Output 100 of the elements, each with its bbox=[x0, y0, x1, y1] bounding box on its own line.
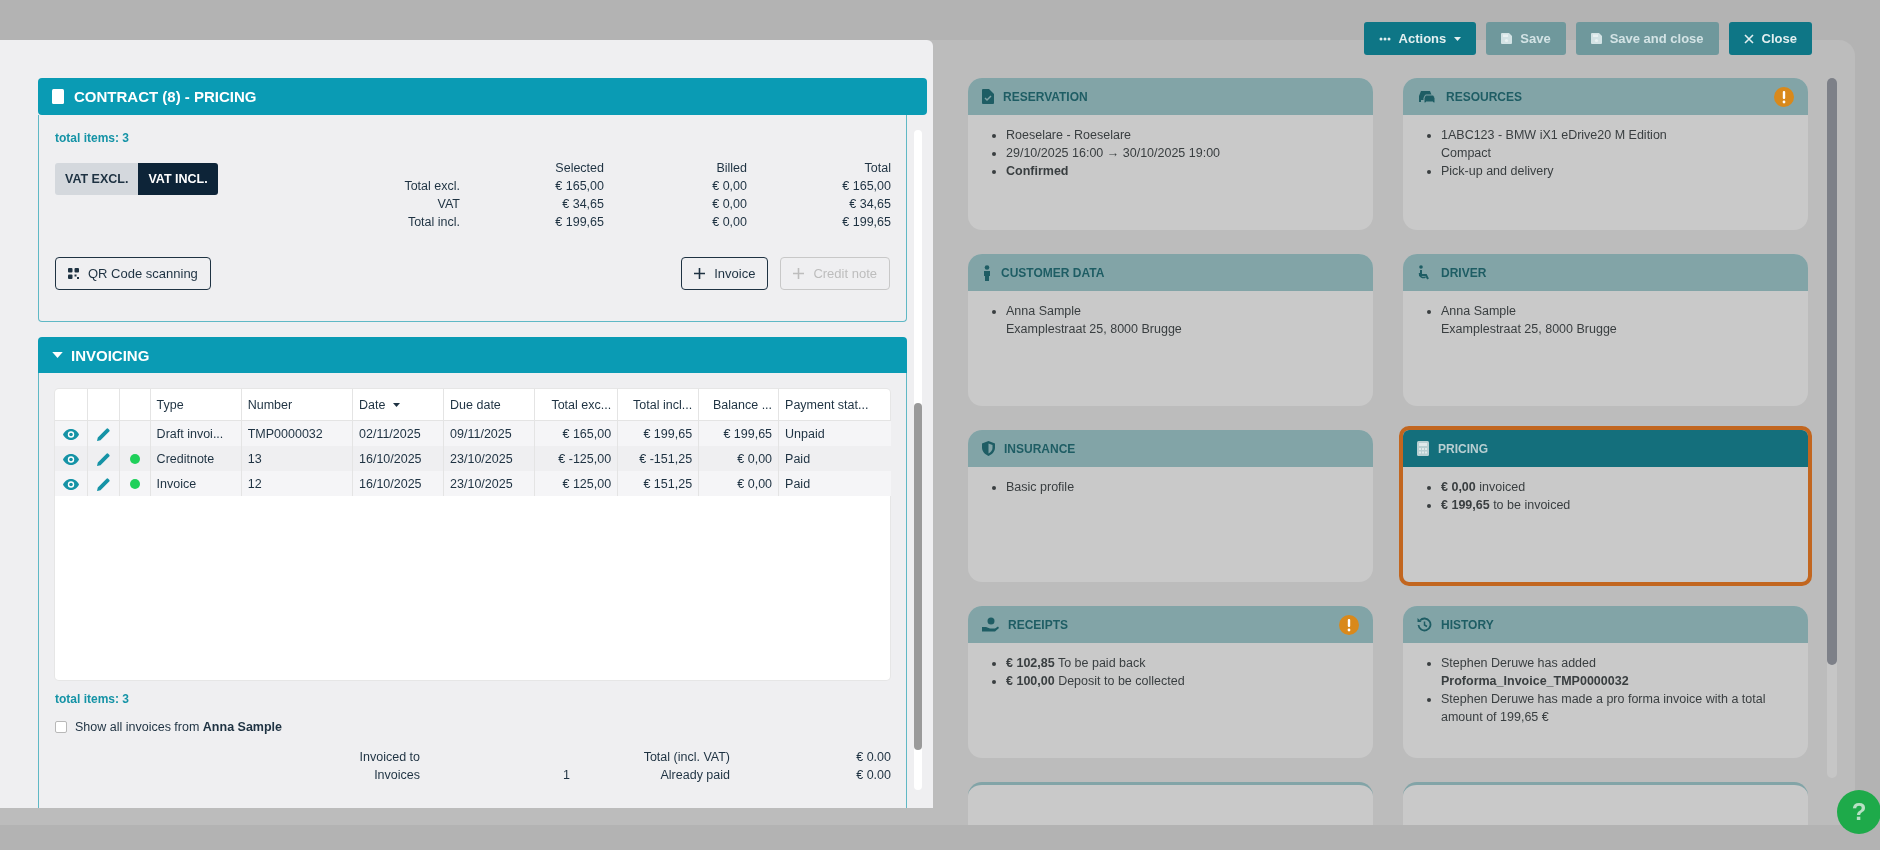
amount-value: € 165,00 bbox=[554, 178, 604, 195]
table-cell: 09/11/2025 bbox=[443, 420, 535, 446]
plus-icon bbox=[694, 268, 706, 279]
card-title: RESOURCES bbox=[1446, 89, 1523, 104]
toolbar-button[interactable]: Actions bbox=[1363, 22, 1477, 55]
vat-tab[interactable]: VAT INCL. bbox=[138, 163, 218, 195]
bullet-icon bbox=[1427, 698, 1431, 702]
list-item: € 100,00 Deposit to be collected bbox=[1006, 673, 1185, 690]
bullet-icon bbox=[1427, 310, 1431, 314]
column-header[interactable]: Due date bbox=[443, 389, 535, 421]
eye-icon[interactable] bbox=[62, 478, 79, 490]
summary-value: 1 bbox=[562, 767, 570, 784]
table-cell: € 0,00 bbox=[698, 446, 779, 471]
document-icon bbox=[982, 89, 994, 104]
info-card[interactable]: HISTORY Stephen Deruwe has added Proforma_Invoice_TMP0000032 Stephen Deruwe has made a pro forma invoice with a total amount of 199,65 € bbox=[1403, 606, 1808, 758]
card-title: RESERVATION bbox=[1003, 89, 1089, 104]
list-item: 29/10/2025 16:00 → 30/10/2025 19:00 bbox=[1006, 145, 1221, 162]
column-header: Total bbox=[863, 160, 891, 177]
bullet-icon bbox=[992, 662, 996, 666]
scrollbar[interactable] bbox=[914, 130, 922, 790]
table-cell: € 0,00 bbox=[698, 471, 779, 496]
section-title: CONTRACT (8) - PRICING bbox=[74, 88, 257, 105]
info-card[interactable]: INSURANCE Basic profile bbox=[968, 430, 1373, 582]
amount-value: € 34,65 bbox=[848, 196, 891, 213]
person-icon bbox=[982, 264, 992, 281]
table-cell: Invoice bbox=[150, 471, 242, 496]
column-header[interactable]: Number bbox=[241, 389, 353, 421]
checkbox[interactable] bbox=[55, 721, 67, 733]
column-header[interactable]: Total exc... bbox=[534, 389, 618, 421]
list-item: Anna Sample Examplestraat 25, 8000 Brugge bbox=[1006, 303, 1182, 338]
amount-value: € 199,65 bbox=[554, 214, 604, 231]
table-cell: Unpaid bbox=[778, 420, 891, 446]
bullet-icon bbox=[992, 310, 996, 314]
table-cell: TMP0000032 bbox=[241, 420, 353, 446]
column-header[interactable]: Date bbox=[352, 389, 444, 421]
eye-icon[interactable] bbox=[62, 428, 79, 440]
summary-label: Total (incl. VAT) bbox=[642, 749, 730, 766]
column-header[interactable]: Total incl... bbox=[617, 389, 699, 421]
total-items: total items: 3 bbox=[55, 692, 130, 706]
summary-value: € 0.00 bbox=[855, 767, 891, 784]
table-cell: 13 bbox=[241, 446, 353, 471]
table-cell: € -151,25 bbox=[617, 446, 699, 471]
info-card[interactable]: RECEIPTS € 102,85 To be paid back € 100,00 Deposit to be collected bbox=[968, 606, 1373, 758]
eye-icon[interactable] bbox=[62, 453, 79, 465]
pencil-icon[interactable] bbox=[97, 477, 111, 491]
column-header[interactable]: Type bbox=[150, 389, 242, 421]
bullet-icon bbox=[992, 134, 996, 138]
table-cell: € -125,00 bbox=[534, 446, 618, 471]
column-header[interactable]: Payment stat... bbox=[778, 389, 891, 421]
pencil-icon[interactable] bbox=[97, 427, 111, 441]
car-icon bbox=[1417, 89, 1437, 104]
bullet-icon bbox=[992, 170, 996, 174]
column-header[interactable]: Balance ... bbox=[698, 389, 779, 421]
row-label: Total excl. bbox=[403, 178, 460, 195]
summary-label: Invoiced to bbox=[358, 749, 420, 766]
caret-icon bbox=[392, 403, 400, 408]
pencil-icon[interactable] bbox=[97, 452, 111, 466]
card-title: PRICING bbox=[1438, 441, 1489, 456]
info-card[interactable]: RESOURCES 1ABC123 - BMW iX1 eDrive20 M Edition Compact Pick-up and delivery bbox=[1403, 78, 1808, 230]
amount-value: € 199,65 bbox=[841, 214, 891, 231]
plus-icon bbox=[793, 268, 805, 279]
list-item: Roeselare - Roeselare bbox=[1006, 127, 1132, 144]
amount-value: € 0,00 bbox=[711, 196, 747, 213]
bullet-icon bbox=[992, 152, 996, 156]
checkbox-label: Show all invoices from Anna Sample bbox=[75, 720, 282, 734]
list-item: Stephen Deruwe has added Proforma_Invoice_TMP0000032 bbox=[1441, 655, 1629, 690]
column-header: Billed bbox=[715, 160, 747, 177]
list-item: € 102,85 To be paid back bbox=[1006, 655, 1146, 672]
bullet-icon bbox=[1427, 170, 1431, 174]
action-button[interactable]: Invoice bbox=[681, 257, 769, 290]
list-item: Stephen Deruwe has made a pro forma invoice with a total amount of 199,65 € bbox=[1441, 691, 1767, 726]
scrollbar[interactable] bbox=[1827, 78, 1837, 778]
wheelchair-icon bbox=[1417, 265, 1432, 280]
card-title: INSURANCE bbox=[1004, 441, 1077, 456]
summary-value: € 0.00 bbox=[855, 749, 891, 766]
section-title: INVOICING bbox=[71, 346, 150, 364]
table-cell: € 165,00 bbox=[534, 420, 618, 446]
info-card[interactable]: DRIVER Anna Sample Examplestraat 25, 8000 Brugge bbox=[1403, 254, 1808, 406]
history-icon bbox=[1417, 617, 1432, 632]
summary-label: Already paid bbox=[659, 767, 730, 784]
list-item: Basic profile bbox=[1006, 479, 1075, 496]
info-card[interactable]: CUSTOMER DATA Anna Sample Examplestraat 25, 8000 Brugge bbox=[968, 254, 1373, 406]
bullet-icon bbox=[1427, 662, 1431, 666]
bullet-icon bbox=[1427, 504, 1431, 508]
vat-tab[interactable]: VAT EXCL. bbox=[55, 163, 139, 195]
table-cell: 16/10/2025 bbox=[352, 471, 444, 496]
table-cell: € 199,65 bbox=[617, 420, 699, 446]
amount-value: € 0,00 bbox=[711, 178, 747, 195]
amount-value: € 165,00 bbox=[841, 178, 891, 195]
bullet-icon bbox=[1427, 486, 1431, 490]
alert-icon bbox=[1774, 86, 1794, 107]
shield-icon bbox=[982, 441, 995, 456]
table-cell: Creditnote bbox=[150, 446, 242, 471]
action-button[interactable]: QR Code scanning bbox=[55, 257, 211, 290]
floppy-icon bbox=[1590, 33, 1602, 44]
info-card[interactable]: RESERVATION Roeselare - Roeselare 29/10/2025 16:00 → 30/10/2025 19:00 Confirmed bbox=[968, 78, 1373, 230]
toolbar-button[interactable]: Close bbox=[1728, 22, 1812, 55]
table-cell: 02/11/2025 bbox=[352, 420, 444, 446]
amount-value: € 34,65 bbox=[561, 196, 604, 213]
total-items: total items: 3 bbox=[55, 131, 130, 145]
